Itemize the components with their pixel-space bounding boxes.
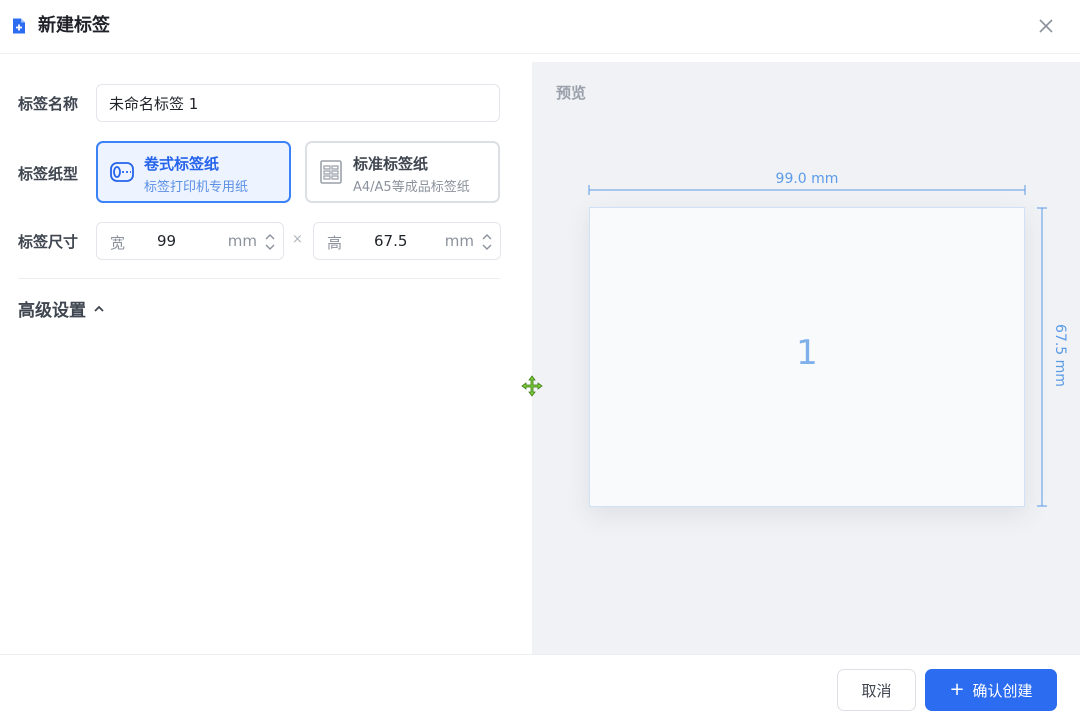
confirm-create-label: 确认创建 bbox=[972, 681, 1033, 700]
size-label: 标签尺寸 bbox=[18, 233, 79, 251]
roll-paper-icon bbox=[110, 162, 134, 182]
dialog-header: 新建标签 bbox=[0, 0, 1080, 54]
height-input[interactable]: 高 67.5 mm bbox=[313, 222, 501, 260]
close-icon bbox=[1039, 19, 1053, 33]
form-panel: 标签名称 标签纸型 卷式标签纸 标签打印机专用纸 标准标签纸 A4/A5等成品标… bbox=[0, 62, 532, 654]
preview-label: 预览 bbox=[556, 84, 587, 102]
dialog-title: 新建标签 bbox=[38, 15, 110, 36]
roll-paper-subtitle: 标签打印机专用纸 bbox=[144, 180, 249, 195]
roll-paper-title: 卷式标签纸 bbox=[144, 155, 220, 173]
width-stepper-icon[interactable] bbox=[264, 231, 276, 253]
divider bbox=[18, 278, 500, 279]
label-preview: 1 bbox=[589, 207, 1025, 507]
close-button[interactable] bbox=[1036, 16, 1056, 36]
cancel-button[interactable]: 取消 bbox=[837, 669, 916, 711]
sheet-paper-title: 标准标签纸 bbox=[353, 155, 429, 173]
label-name-input[interactable] bbox=[96, 84, 500, 122]
height-value[interactable]: 67.5 bbox=[374, 232, 444, 250]
width-value[interactable]: 99 bbox=[157, 232, 227, 250]
name-label: 标签名称 bbox=[18, 95, 79, 113]
height-stepper-icon[interactable] bbox=[481, 231, 493, 253]
advanced-settings-toggle[interactable]: 高级设置 bbox=[18, 296, 104, 321]
width-unit: mm bbox=[227, 232, 257, 250]
sheet-paper-icon bbox=[320, 160, 342, 184]
sheet-paper-subtitle: A4/A5等成品标签纸 bbox=[353, 180, 470, 195]
chevron-up-icon bbox=[94, 305, 104, 312]
preview-height-text: 67.5 mm bbox=[1052, 324, 1068, 387]
size-separator: × bbox=[292, 232, 303, 247]
preview-height-label: 67.5 mm bbox=[1050, 312, 1068, 402]
advanced-settings-label: 高级设置 bbox=[18, 301, 86, 321]
width-input[interactable]: 宽 99 mm bbox=[96, 222, 284, 260]
roll-paper-option[interactable]: 卷式标签纸 标签打印机专用纸 bbox=[96, 141, 291, 203]
add-file-icon bbox=[13, 18, 25, 34]
height-prefix: 高 bbox=[327, 234, 343, 252]
preview-width-text: 99.0 mm bbox=[775, 171, 839, 187]
width-prefix: 宽 bbox=[110, 234, 126, 252]
height-dimension-line bbox=[1037, 207, 1047, 507]
confirm-create-button[interactable]: + 确认创建 bbox=[925, 669, 1057, 711]
preview-panel: 预览 99.0 mm 1 67.5 mm bbox=[532, 62, 1080, 654]
dialog-footer: 取消 + 确认创建 bbox=[0, 654, 1080, 720]
plus-icon: + bbox=[949, 679, 965, 700]
height-unit: mm bbox=[444, 232, 474, 250]
sheet-paper-option[interactable]: 标准标签纸 A4/A5等成品标签纸 bbox=[305, 141, 500, 203]
label-number: 1 bbox=[796, 333, 818, 373]
paper-type-label: 标签纸型 bbox=[18, 165, 79, 183]
move-cursor-icon bbox=[521, 375, 543, 397]
